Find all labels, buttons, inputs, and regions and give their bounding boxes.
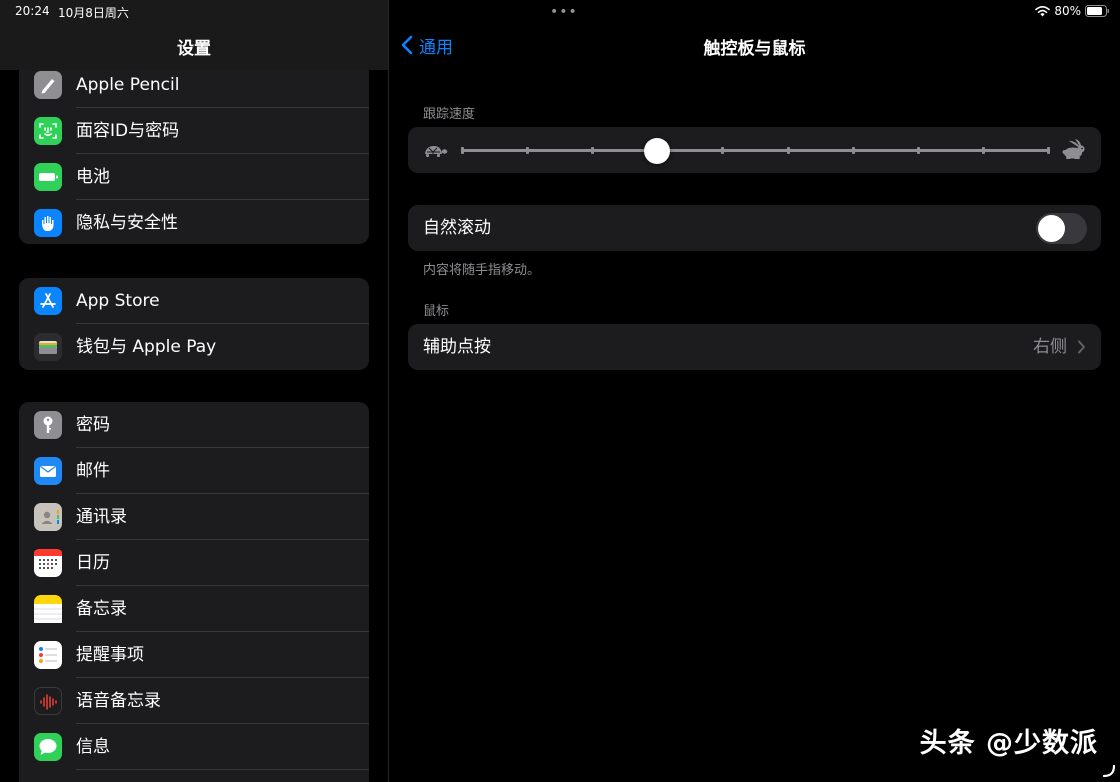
mouse-section-header: 鼠标: [423, 304, 450, 319]
chevron-right-icon: [1078, 340, 1085, 354]
pencil-icon: [34, 71, 62, 99]
watermark: 头条 @少数派: [919, 728, 1098, 759]
page-title: 触控板与鼠标: [703, 39, 806, 59]
app-store-icon: [34, 287, 62, 315]
calendar-icon: [34, 549, 62, 577]
settings-sidebar: Apple Pencil 面容ID与密码 电池 隐私与安全性 App Store…: [0, 0, 388, 782]
sidebar-title: 设置: [177, 39, 211, 59]
sidebar-item-label: 邮件: [76, 461, 110, 481]
messages-icon: [34, 733, 62, 761]
battery-status-icon: [1085, 5, 1109, 17]
reminders-icon: [34, 641, 62, 669]
sidebar-item-label: 面容ID与密码: [76, 121, 180, 141]
face-id-icon: [34, 117, 62, 145]
sidebar-item-mail[interactable]: 邮件: [19, 448, 369, 494]
settings-group-system: Apple Pencil 面容ID与密码 电池 隐私与安全性: [19, 62, 369, 244]
sidebar-item-contacts[interactable]: 通讯录: [19, 494, 369, 540]
sidebar-item-messages[interactable]: 信息: [19, 724, 369, 770]
wallet-icon: [34, 333, 62, 361]
slider-thumb[interactable]: [644, 138, 671, 164]
sidebar-item-label: 语音备忘录: [76, 691, 161, 711]
sidebar-item-calendar[interactable]: 日历: [19, 540, 369, 586]
hand-icon: [34, 209, 62, 237]
secondary-click-value: 右侧: [1033, 337, 1067, 357]
natural-scrolling-toggle[interactable]: [1036, 213, 1087, 244]
slider-tick: [721, 147, 725, 154]
slider-tick: [591, 147, 595, 154]
slider-tick: [916, 147, 920, 154]
slider-tick: [981, 147, 985, 154]
resize-corner-icon: [1102, 764, 1116, 778]
natural-scrolling-footer: 内容将随手指移动。: [423, 263, 541, 278]
toggle-knob: [1038, 215, 1065, 242]
natural-scrolling-label: 自然滚动: [423, 218, 491, 238]
sidebar-item-wallet[interactable]: 钱包与 Apple Pay: [19, 324, 369, 370]
battery-percentage: 80%: [1054, 4, 1081, 18]
sidebar-item-passwords[interactable]: 密码: [19, 402, 369, 448]
split-divider[interactable]: [388, 0, 389, 782]
row-separator: [76, 769, 369, 770]
slider-tick: [851, 147, 855, 154]
detail-pane: ••• 80% 通用 触控板与鼠标 跟踪速度 自然滚动 内容将随手指移动。 鼠标…: [389, 0, 1120, 782]
sidebar-item-app-store[interactable]: App Store: [19, 278, 369, 324]
sidebar-header: 20:24 10月8日周六 设置: [0, 0, 388, 70]
natural-scrolling-row: 自然滚动: [408, 205, 1101, 251]
contacts-icon: [34, 503, 62, 531]
status-date: 10月8日周六: [58, 6, 129, 20]
sidebar-item-label: 提醒事项: [76, 645, 144, 665]
settings-group-store: App Store 钱包与 Apple Pay: [19, 278, 369, 370]
sidebar-item-privacy[interactable]: 隐私与安全性: [19, 200, 369, 244]
sidebar-item-label: 信息: [76, 737, 110, 757]
sidebar-item-reminders[interactable]: 提醒事项: [19, 632, 369, 678]
secondary-click-label: 辅助点按: [423, 337, 491, 357]
sidebar-item-battery[interactable]: 电池: [19, 154, 369, 200]
tracking-speed-header: 跟踪速度: [423, 107, 476, 122]
sidebar-item-label: 电池: [76, 167, 110, 187]
tracking-speed-slider[interactable]: [461, 147, 1050, 154]
sidebar-item-label: 通讯录: [76, 507, 127, 527]
sidebar-item-face-id[interactable]: 面容ID与密码: [19, 108, 369, 154]
wifi-icon: [1035, 6, 1051, 17]
multitasking-handle[interactable]: •••: [550, 4, 578, 20]
settings-group-apps: 密码 邮件 通讯录 日历 备忘录 提醒事项 语音备忘录 信息: [19, 402, 369, 782]
key-icon: [34, 411, 62, 439]
sidebar-item-notes[interactable]: 备忘录: [19, 586, 369, 632]
mail-icon: [34, 457, 62, 485]
status-indicators: 80%: [1035, 3, 1110, 19]
sidebar-item-label: 钱包与 Apple Pay: [76, 337, 217, 357]
slider-tick: [1047, 147, 1050, 154]
slider-tick: [786, 147, 790, 154]
notes-icon: [34, 595, 62, 623]
sidebar-item-voice-memos[interactable]: 语音备忘录: [19, 678, 369, 724]
sidebar-item-label: App Store: [76, 291, 160, 311]
slider-tick: [461, 147, 464, 154]
sidebar-item-label: 备忘录: [76, 599, 127, 619]
status-time: 20:24: [15, 4, 50, 18]
tortoise-icon: [425, 146, 448, 157]
secondary-click-row[interactable]: 辅助点按 右侧: [408, 324, 1101, 370]
slider-tick: [526, 147, 530, 154]
voice-memos-icon: [34, 687, 62, 715]
sidebar-item-label: 密码: [76, 415, 110, 435]
battery-icon: [34, 163, 62, 191]
tracking-speed-card: [408, 127, 1101, 173]
hare-icon: [1062, 139, 1085, 159]
sidebar-item-label: 日历: [76, 553, 110, 573]
sidebar-item-label: 隐私与安全性: [76, 213, 178, 233]
